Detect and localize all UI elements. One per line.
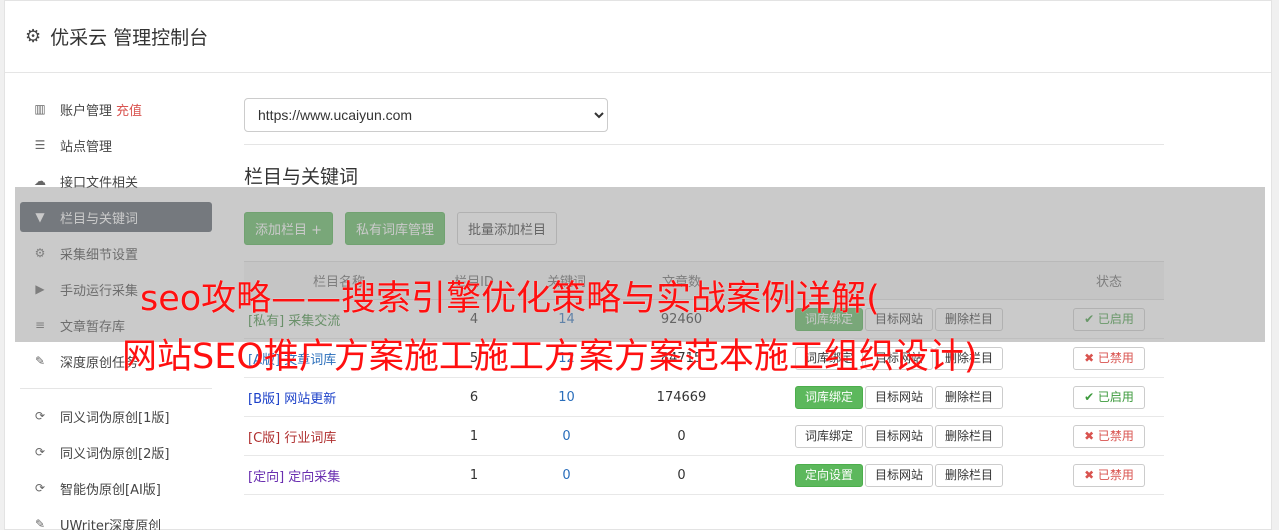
column-name-link[interactable]: 定向采集	[288, 470, 340, 485]
sidebar-item-label: 账户管理	[60, 103, 113, 119]
section-title: 栏目与关键词	[244, 166, 359, 188]
site-select[interactable]: https://www.ucaiyun.com	[244, 98, 608, 132]
row-actions: 定向设置 目标网站 删除栏目	[744, 455, 1054, 495]
overlay-text-line2: 网站SEO推广方案施工施工方案方案范本施工组织设计)	[122, 337, 978, 377]
sidebar-item[interactable]: ⟳ 同义词伪原创[2版]	[20, 437, 212, 467]
column-name-cell: [定向] 定向采集	[244, 455, 434, 495]
status-cell: ✖ 已禁用	[1054, 338, 1164, 378]
sidebar-item-label: 同义词伪原创[2版]	[60, 446, 170, 462]
sidebar-item[interactable]: ⟳ 智能伪原创[AI版]	[20, 473, 212, 503]
article-count: 0	[619, 455, 744, 495]
column-id: 6	[434, 377, 514, 417]
delete-column-button[interactable]: 删除栏目	[935, 424, 1004, 448]
overlay-text-line1: seo攻略——搜索引擎优化策略与实战案例详解(	[140, 279, 880, 319]
table-row: [定向] 定向采集 1 0 0 定向设置 目标网站 删除栏目 ✖ 已禁用	[244, 455, 1164, 495]
sidebar-item[interactable]: ✎ UWriter深度原创	[20, 509, 212, 530]
refresh-icon: ⟳	[34, 481, 46, 495]
edit-icon: ✎	[34, 517, 46, 530]
row-actions: 词库绑定目标网站删除栏目	[744, 377, 1054, 417]
column-tag: [C版]	[248, 430, 281, 446]
panel-header: ⚙ 优采云 管理控制台	[5, 1, 1271, 73]
column-name-cell: [C版] 行业词库	[244, 416, 434, 456]
row-actions: 词库绑定目标网站删除栏目	[744, 416, 1054, 456]
table-row: [B版] 网站更新 6 10 174669 词库绑定 目标网站 删除栏目 ✔ 已启用	[244, 377, 1164, 417]
bar-chart-icon: ▥	[34, 102, 46, 116]
target-site-button[interactable]: 目标网站	[864, 385, 933, 409]
status-toggle[interactable]: ✖ 已禁用	[1073, 346, 1145, 370]
column-id: 1	[434, 455, 514, 495]
sidebar-item-label: UWriter深度原创	[60, 518, 162, 530]
sidebar-divider	[20, 388, 212, 389]
keyword-count: 10	[514, 377, 619, 417]
gear-icon: ⚙	[25, 26, 42, 47]
keyword-count: 0	[514, 416, 619, 456]
recharge-link[interactable]: 充值	[116, 100, 142, 119]
lexicon-bind-button[interactable]: 词库绑定	[794, 385, 863, 409]
target-site-button[interactable]: 目标网站	[864, 463, 933, 487]
target-site-button[interactable]: 目标网站	[864, 424, 933, 448]
page-title: 优采云 管理控制台	[50, 27, 209, 49]
refresh-icon: ⟳	[34, 445, 46, 459]
status-toggle[interactable]: ✔ 已启用	[1073, 385, 1145, 409]
table-row: [C版] 行业词库 1 0 0 词库绑定 目标网站 删除栏目 ✖ 已禁用	[244, 416, 1164, 456]
column-id: 1	[434, 416, 514, 456]
column-tag: [定向]	[248, 469, 285, 485]
delete-column-button[interactable]: 删除栏目	[935, 385, 1004, 409]
refresh-icon: ⟳	[34, 409, 46, 423]
column-tag: [B版]	[248, 391, 281, 407]
column-name-link[interactable]: 网站更新	[284, 392, 336, 407]
status-toggle[interactable]: ✖ 已禁用	[1073, 424, 1145, 448]
divider	[244, 144, 1164, 145]
article-count: 0	[619, 416, 744, 456]
sidebar-item[interactable]: ▥ 账户管理 充值	[20, 94, 212, 124]
delete-column-button[interactable]: 删除栏目	[935, 463, 1004, 487]
sidebar-item[interactable]: ⟳ 同义词伪原创[1版]	[20, 401, 212, 431]
column-name-link[interactable]: 行业词库	[284, 431, 336, 446]
sidebar-item[interactable]: ☰ 站点管理	[20, 130, 212, 160]
lexicon-bind-button[interactable]: 词库绑定	[794, 424, 863, 448]
status-toggle[interactable]: ✖ 已禁用	[1073, 463, 1145, 487]
keyword-count: 0	[514, 455, 619, 495]
lexicon-bind-button[interactable]: 定向设置	[794, 463, 863, 487]
cloud-download-icon: ☁	[34, 174, 46, 188]
sidebar-item-label: 智能伪原创[AI版]	[60, 482, 161, 498]
edit-icon: ✎	[34, 354, 46, 368]
server-icon: ☰	[34, 138, 46, 152]
article-count: 174669	[619, 377, 744, 417]
sidebar-item-label: 站点管理	[60, 139, 113, 155]
status-cell: ✔ 已启用	[1054, 377, 1164, 417]
column-name-cell: [B版] 网站更新	[244, 377, 434, 417]
sidebar-item-label: 同义词伪原创[1版]	[60, 410, 170, 426]
status-cell: ✖ 已禁用	[1054, 455, 1164, 495]
status-cell: ✖ 已禁用	[1054, 416, 1164, 456]
